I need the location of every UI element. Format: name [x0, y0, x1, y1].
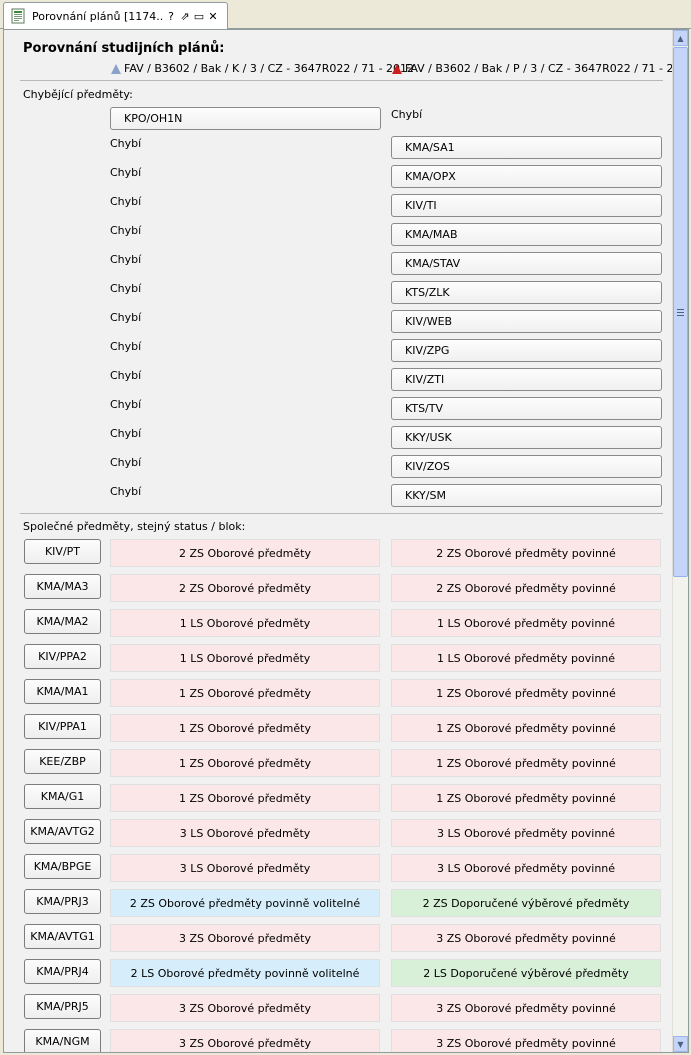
close-icon[interactable]: ✕: [206, 10, 220, 23]
tab-comparison[interactable]: Porovnání plánů [1174... ? ⇗ ▭ ✕: [3, 2, 228, 29]
subject-button-right-only[interactable]: KTS/TV: [391, 397, 662, 420]
status-cell-right: 1 LS Oborové předměty povinné: [391, 644, 661, 672]
subject-code-button[interactable]: KEE/ZBP: [24, 749, 101, 774]
subject-code-button[interactable]: KMA/PRJ4: [24, 959, 101, 984]
subject-code-button[interactable]: KIV/PT: [24, 539, 101, 564]
subject-code-button[interactable]: KMA/AVTG2: [24, 819, 101, 844]
document-table-icon: [11, 8, 25, 24]
subject-button-right-only[interactable]: KMA/MAB: [391, 223, 662, 246]
subject-code-button[interactable]: KIV/PPA2: [24, 644, 101, 669]
status-cell-left: 2 LS Oborové předměty povinně volitelné: [110, 959, 380, 987]
status-cell-left: 1 ZS Oborové předměty: [110, 784, 380, 812]
status-cell-right: 3 ZS Oborové předměty povinné: [391, 924, 661, 952]
missing-label-left: Chybí: [110, 311, 142, 324]
status-cell-left: 1 LS Oborové předměty: [110, 644, 380, 672]
minimize-icon[interactable]: ▭: [192, 10, 206, 23]
status-cell-right: 1 ZS Oborové předměty povinné: [391, 679, 661, 707]
subject-code-button[interactable]: KIV/PPA1: [24, 714, 101, 739]
status-cell-left: 2 ZS Oborové předměty povinně volitelné: [110, 889, 380, 917]
status-cell-right: 1 ZS Oborové předměty povinné: [391, 749, 661, 777]
scrollbar-thumb[interactable]: [673, 47, 688, 577]
subject-code-button[interactable]: KMA/BPGE: [24, 854, 101, 879]
subject-button-right-only[interactable]: KMA/OPX: [391, 165, 662, 188]
status-cell-right: 1 LS Oborové předměty povinné: [391, 609, 661, 637]
missing-label-right: Chybí: [391, 108, 423, 121]
status-cell-left: 1 ZS Oborové předměty: [110, 679, 380, 707]
status-cell-left: 1 LS Oborové předměty: [110, 609, 380, 637]
status-cell-right: 2 LS Doporučené výběrové předměty: [391, 959, 661, 987]
status-cell-right: 3 ZS Oborové předměty povinné: [391, 1029, 661, 1052]
missing-label-left: Chybí: [110, 253, 142, 266]
triangle-blue-icon: [111, 63, 121, 74]
plan-right-label: FAV / B3602 / Bak / P / 3 / CZ - 3647R02…: [405, 62, 689, 75]
status-cell-right: 3 ZS Oborové předměty povinné: [391, 994, 661, 1022]
subject-button-right-only[interactable]: KIV/ZOS: [391, 455, 662, 478]
comparison-panel: Porovnání studijních plánů: FAV / B3602 …: [3, 29, 689, 1053]
missing-label-left: Chybí: [110, 398, 142, 411]
divider: [20, 80, 663, 81]
status-cell-right: 2 ZS Oborové předměty povinné: [391, 539, 661, 567]
plan-left: FAV / B3602 / Bak / K / 3 / CZ - 3647R02…: [111, 62, 414, 75]
status-cell-left: 2 ZS Oborové předměty: [110, 539, 380, 567]
subject-button-right-only[interactable]: KMA/SA1: [391, 136, 662, 159]
status-cell-left: 3 ZS Oborové předměty: [110, 1029, 380, 1052]
status-cell-right: 2 ZS Doporučené výběrové předměty: [391, 889, 661, 917]
status-cell-left: 1 ZS Oborové předměty: [110, 749, 380, 777]
subject-code-button[interactable]: KMA/MA2: [24, 609, 101, 634]
subject-code-button[interactable]: KMA/MA1: [24, 679, 101, 704]
missing-label-left: Chybí: [110, 369, 142, 382]
missing-label-left: Chybí: [110, 224, 142, 237]
status-cell-right: 1 ZS Oborové předměty povinné: [391, 784, 661, 812]
subject-button-right-only[interactable]: KIV/WEB: [391, 310, 662, 333]
missing-label-left: Chybí: [110, 137, 142, 150]
page-title: Porovnání studijních plánů:: [23, 41, 225, 56]
help-icon[interactable]: ?: [164, 10, 178, 23]
subject-code-button[interactable]: KMA/NGM: [24, 1029, 101, 1052]
status-cell-right: 3 LS Oborové předměty povinné: [391, 854, 661, 882]
status-cell-left: 3 ZS Oborové předměty: [110, 924, 380, 952]
grip-icon: [677, 308, 684, 316]
plan-right: FAV / B3602 / Bak / P / 3 / CZ - 3647R02…: [392, 62, 689, 75]
missing-label-left: Chybí: [110, 195, 142, 208]
subject-code-button[interactable]: KMA/AVTG1: [24, 924, 101, 949]
subject-button-right-only[interactable]: KMA/STAV: [391, 252, 662, 275]
subject-button-right-only[interactable]: KIV/ZTI: [391, 368, 662, 391]
missing-label-left: Chybí: [110, 166, 142, 179]
status-cell-left: 1 ZS Oborové předměty: [110, 714, 380, 742]
subject-button-right-only[interactable]: KIV/TI: [391, 194, 662, 217]
missing-label-left: Chybí: [110, 427, 142, 440]
subject-code-button[interactable]: KMA/G1: [24, 784, 101, 809]
status-cell-left: 3 ZS Oborové předměty: [110, 994, 380, 1022]
subject-code-button[interactable]: KMA/PRJ5: [24, 994, 101, 1019]
status-cell-left: 2 ZS Oborové předměty: [110, 574, 380, 602]
subject-button-right-only[interactable]: KIV/ZPG: [391, 339, 662, 362]
missing-section-label: Chybějící předměty:: [23, 88, 133, 101]
common-section-label: Společné předměty, stejný status / blok:: [23, 520, 246, 533]
scroll-up-icon[interactable]: ▲: [673, 30, 688, 46]
scroll-down-icon[interactable]: ▼: [673, 1036, 688, 1052]
subject-button-right-only[interactable]: KTS/ZLK: [391, 281, 662, 304]
plan-left-label: FAV / B3602 / Bak / K / 3 / CZ - 3647R02…: [124, 62, 415, 75]
tab-title: Porovnání plánů [1174...: [32, 9, 164, 23]
status-cell-right: 3 LS Oborové předměty povinné: [391, 819, 661, 847]
divider: [20, 513, 663, 514]
missing-label-left: Chybí: [110, 340, 142, 353]
missing-label-left: Chybí: [110, 485, 142, 498]
subject-button-left-only[interactable]: KPO/OH1N: [110, 107, 381, 130]
subject-button-right-only[interactable]: KKY/SM: [391, 484, 662, 507]
subject-code-button[interactable]: KMA/PRJ3: [24, 889, 101, 914]
missing-label-left: Chybí: [110, 282, 142, 295]
triangle-red-icon: [392, 63, 402, 74]
vertical-scrollbar[interactable]: ▲ ▼: [672, 30, 688, 1052]
subject-code-button[interactable]: KMA/MA3: [24, 574, 101, 599]
missing-label-left: Chybí: [110, 456, 142, 469]
status-cell-right: 1 ZS Oborové předměty povinné: [391, 714, 661, 742]
detach-icon[interactable]: ⇗: [178, 10, 192, 23]
status-cell-left: 3 LS Oborové předměty: [110, 819, 380, 847]
status-cell-left: 3 LS Oborové předměty: [110, 854, 380, 882]
subject-button-right-only[interactable]: KKY/USK: [391, 426, 662, 449]
tab-bar: Porovnání plánů [1174... ? ⇗ ▭ ✕: [0, 0, 691, 29]
status-cell-right: 2 ZS Oborové předměty povinné: [391, 574, 661, 602]
